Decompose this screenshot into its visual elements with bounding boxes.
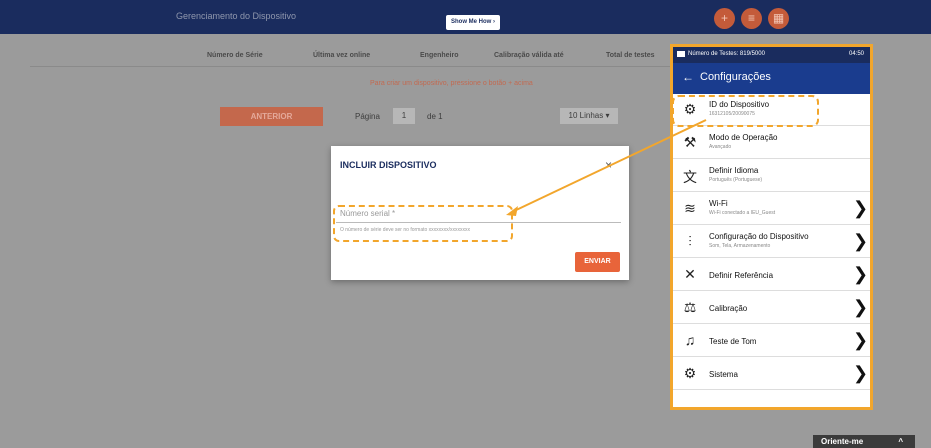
orient-me-label: Oriente-me [821,437,864,446]
arrow-line [511,119,707,213]
annotation-arrow [506,119,707,216]
orient-me-button[interactable]: Oriente-me ^ [813,435,915,448]
chevron-up-icon: ^ [898,437,903,446]
arrow-head [506,206,518,216]
